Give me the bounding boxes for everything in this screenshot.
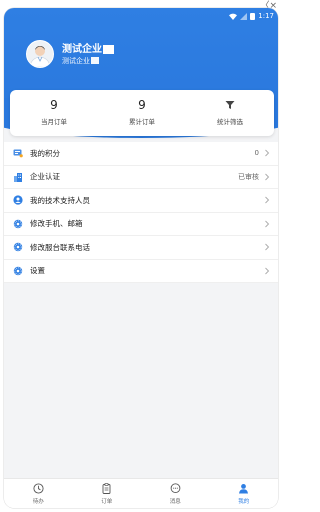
chevron-right-icon	[265, 267, 270, 275]
menu-item-change-phone-email[interactable]: 修改手机、邮箱	[4, 213, 278, 236]
chevron-right-icon	[265, 149, 270, 157]
menu-item-enterprise-verification[interactable]: 企业认证 已审核	[4, 166, 278, 189]
gear-icon	[13, 242, 23, 252]
filter-icon	[223, 98, 237, 112]
company-name: 测试企业	[62, 43, 114, 56]
tab-label: 消息	[169, 498, 181, 505]
avatar[interactable]	[26, 40, 54, 68]
redaction-mask	[91, 57, 99, 64]
menu-label: 设置	[30, 266, 45, 276]
stat-label: 当月订单	[41, 118, 67, 126]
building-icon	[13, 172, 23, 182]
menu-item-points[interactable]: 我的积分 0	[4, 142, 278, 166]
tab-label: 订单	[101, 498, 113, 505]
tab-todo[interactable]: 待办	[4, 479, 73, 508]
tab-orders[interactable]: 订单	[73, 479, 142, 508]
gear-icon	[13, 219, 23, 229]
stat-value: 9	[138, 98, 146, 112]
tab-me[interactable]: 我的	[210, 479, 279, 508]
menu-value: 已审核	[238, 172, 259, 181]
tab-messages[interactable]: 消息	[141, 479, 210, 508]
menu-label: 修改手机、邮箱	[30, 219, 83, 229]
battery-icon	[250, 12, 256, 20]
message-icon	[169, 483, 181, 495]
chevron-right-icon	[265, 243, 270, 251]
stat-filter-button[interactable]: 统计筛选	[186, 90, 274, 136]
chevron-right-icon	[265, 220, 270, 228]
clipboard-icon	[101, 483, 113, 495]
signal-icon	[240, 12, 248, 20]
stat-monthly-orders[interactable]: 9 当月订单	[10, 90, 98, 136]
menu-item-settings[interactable]: 设置	[4, 260, 278, 283]
tab-label: 我的	[238, 498, 250, 505]
redaction-mask	[103, 44, 114, 54]
support-person-icon	[13, 195, 23, 205]
avatar-person-icon	[27, 41, 53, 67]
status-bar: 1:17	[229, 10, 274, 22]
menu-label: 我的技术支持人员	[30, 195, 90, 205]
clock-icon	[32, 483, 44, 495]
stat-label: 统计筛选	[217, 118, 243, 126]
stat-total-orders[interactable]: 9 累计订单	[98, 90, 186, 136]
status-time: 1:17	[258, 12, 274, 20]
tab-label: 待办	[32, 498, 44, 505]
person-icon	[238, 483, 250, 495]
stat-value: 9	[50, 98, 58, 112]
gear-icon	[13, 266, 23, 276]
chevron-right-icon	[265, 196, 270, 204]
points-icon	[13, 148, 23, 158]
stats-card: 9 当月订单 9 累计订单 统计筛选	[10, 90, 274, 136]
menu-item-change-service-phone[interactable]: 修改服台联系电话	[4, 236, 278, 260]
company-subtitle: 测试企业	[62, 56, 114, 66]
menu-label: 修改服台联系电话	[30, 242, 90, 252]
bottom-tab-bar: 待办 订单 消息 我的	[4, 478, 278, 508]
chevron-right-icon	[265, 173, 270, 181]
menu-label: 我的积分	[30, 148, 60, 158]
menu-value: 0	[254, 149, 259, 158]
stat-label: 累计订单	[129, 118, 155, 126]
wifi-icon	[229, 13, 238, 20]
phone-screen: 1:17 测试企业 测试企业 9 当月订单 9 累计订单 统计筛选 我的积分 0…	[4, 8, 278, 508]
menu-item-tech-support[interactable]: 我的技术支持人员	[4, 189, 278, 213]
menu-label: 企业认证	[30, 172, 60, 182]
profile-block[interactable]: 测试企业 测试企业	[26, 40, 114, 68]
settings-menu: 我的积分 0 企业认证 已审核 我的技术支持人员 修改手机、邮箱 修改服台联系电…	[4, 142, 278, 283]
